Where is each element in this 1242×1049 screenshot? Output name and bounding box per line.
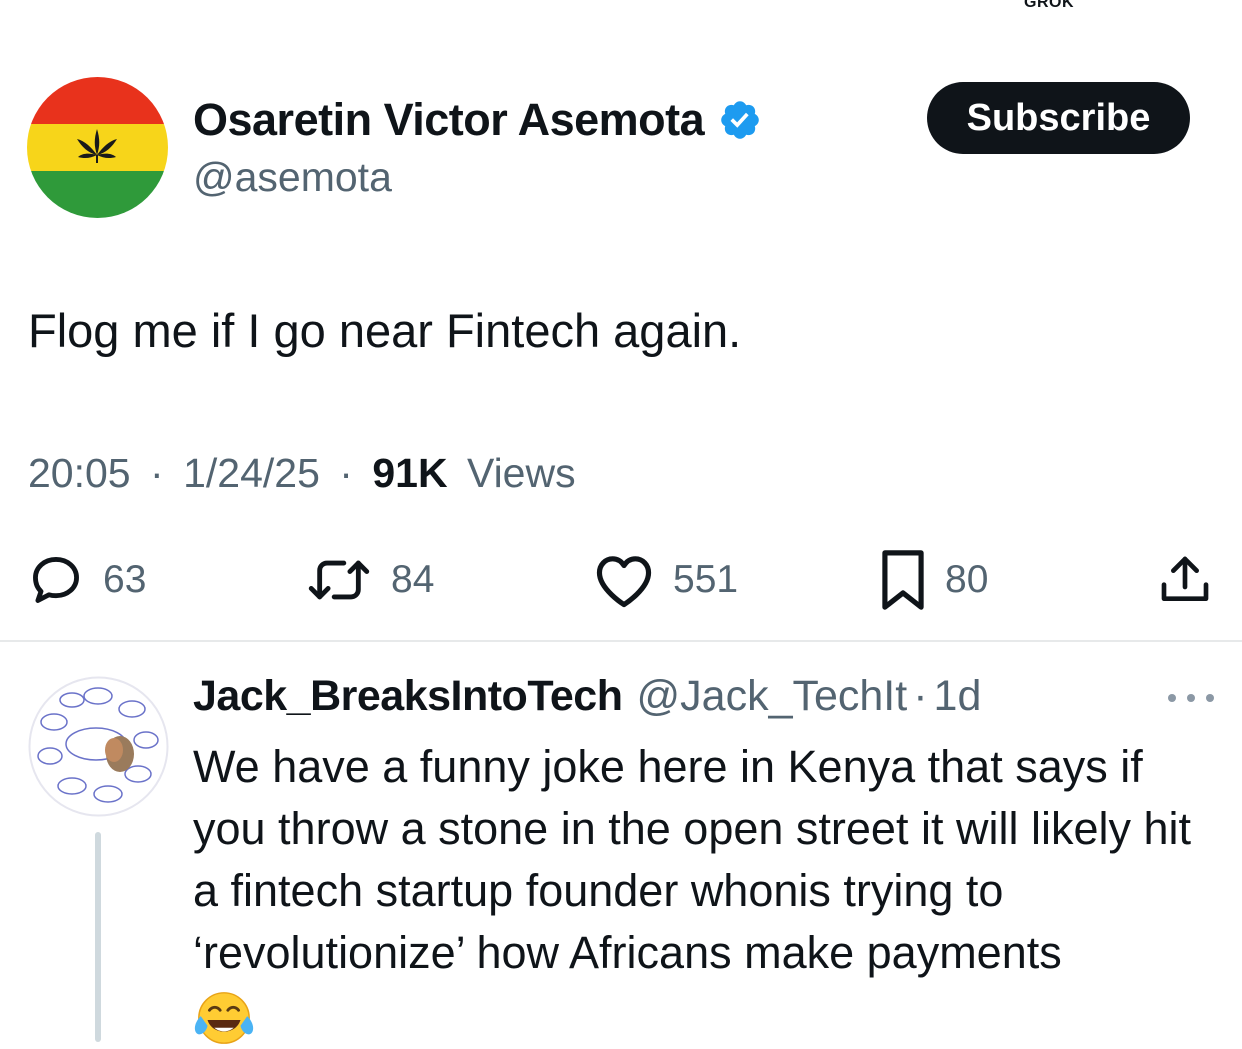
reply-button[interactable]: 63 — [27, 548, 146, 612]
repost-button[interactable]: 84 — [305, 548, 434, 612]
author-avatar[interactable] — [27, 77, 168, 218]
share-button[interactable] — [1157, 548, 1213, 612]
more-options-button[interactable] — [1168, 688, 1214, 708]
tweet-text: Flog me if I go near Fintech again. — [28, 304, 742, 357]
tweet-meta: 20:05 · 1/24/25 · 91K Views — [28, 450, 584, 497]
reply-author-name[interactable]: Jack_BreaksIntoTech — [193, 672, 623, 721]
like-button[interactable]: 551 — [593, 548, 738, 612]
meta-separator: · — [150, 450, 164, 496]
reply-icon — [33, 557, 79, 603]
tweet-date[interactable]: 1/24/25 — [183, 450, 320, 496]
author-handle[interactable]: @asemota — [193, 154, 392, 201]
heart-icon — [596, 556, 652, 608]
share-icon — [1161, 556, 1209, 601]
tweet-time[interactable]: 20:05 — [28, 450, 131, 496]
reply-separator: · — [913, 672, 928, 720]
repost-count: 84 — [391, 558, 435, 601]
meta-separator: · — [339, 450, 353, 496]
reply-author-avatar[interactable] — [28, 676, 169, 817]
product-management-diagram-avatar — [28, 676, 169, 817]
repost-icon — [308, 560, 370, 600]
more-dot-icon — [1206, 694, 1214, 702]
divider — [0, 640, 1242, 642]
action-bar: 63 84 551 80 — [0, 548, 1242, 612]
reply-text: We have a funny joke here in Kenya that … — [193, 741, 1191, 978]
bookmark-icon — [882, 550, 924, 610]
verified-badge-icon — [721, 101, 759, 139]
bookmark-button[interactable]: 80 — [879, 548, 988, 612]
author-name[interactable]: Osaretin Victor Asemota — [193, 94, 705, 146]
grok-label: GROK — [1024, 0, 1074, 11]
subscribe-button[interactable]: Subscribe — [927, 82, 1190, 154]
flag-avatar-icon — [27, 77, 168, 218]
reply-time[interactable]: 1d — [934, 672, 982, 721]
bookmark-count: 80 — [945, 558, 989, 601]
author-name-row[interactable]: Osaretin Victor Asemota — [193, 92, 762, 148]
more-dot-icon — [1168, 694, 1176, 702]
views-label: Views — [466, 450, 576, 496]
views-count: 91K — [372, 450, 448, 496]
more-dot-icon — [1187, 694, 1195, 702]
thread-line — [95, 832, 101, 1042]
reply-text-block: We have a funny joke here in Kenya that … — [193, 736, 1223, 1049]
reply-count: 63 — [103, 558, 147, 601]
face-with-tears-of-joy-icon — [194, 992, 254, 1045]
reply-author-handle[interactable]: @Jack_TechIt — [637, 672, 908, 721]
reply-header: Jack_BreaksIntoTech @Jack_TechIt · 1d — [193, 672, 981, 721]
like-count: 551 — [673, 558, 739, 601]
